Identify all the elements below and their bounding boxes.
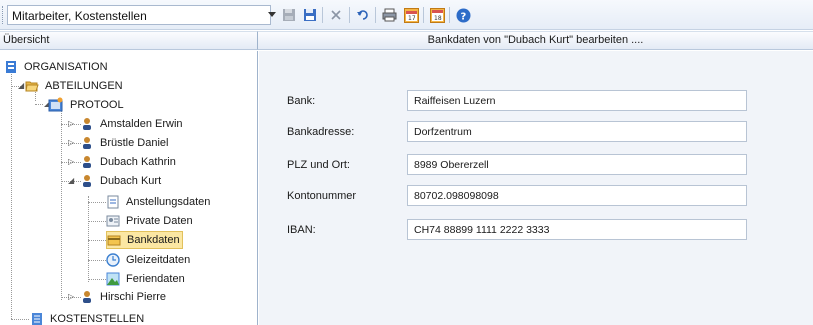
tree-node-label: Bankdaten <box>127 234 180 246</box>
tree-node-anstellungsdaten[interactable]: Anstellungsdaten <box>106 193 212 211</box>
tree-node-label: Private Daten <box>126 215 193 227</box>
overview-header: Übersicht <box>0 31 258 50</box>
bank-address-label: Bankadresse: <box>287 126 355 138</box>
tree-node-abteilungen[interactable]: ABTEILUNGEN <box>25 77 125 95</box>
organisation-tree: ◢ ◢ ▷ ▷ ▷ ◢ ▷ ORGANISATION ABTEILUNGEN P… <box>0 51 258 325</box>
toolbar: Mitarbeiter, Kostenstellen 17 18 ? <box>0 0 813 30</box>
tree-node-label: KOSTENSTELLEN <box>50 313 145 325</box>
account-number-label: Kontonummer <box>287 190 357 202</box>
tree-node-label: Brüstle Daniel <box>100 137 169 149</box>
help-icon[interactable]: ? <box>454 6 472 24</box>
svg-text:?: ? <box>460 11 466 22</box>
tree-node-label: ABTEILUNGEN <box>45 80 123 92</box>
group-icon <box>48 97 63 112</box>
bank-address-input[interactable]: Dorfzentrum <box>407 121 747 142</box>
tree-node-gleizeitdaten[interactable]: Gleizeitdaten <box>106 251 192 269</box>
postal-city-input[interactable]: 8989 Obererzell <box>407 154 747 175</box>
save-icon[interactable] <box>301 6 319 24</box>
tree-node-bankdaten[interactable]: Bankdaten <box>106 231 183 249</box>
account-number-input[interactable]: 80702.098098098 <box>407 185 747 206</box>
person-icon <box>83 137 91 149</box>
tree-node-label: Feriendaten <box>126 273 185 285</box>
tree-node-employee[interactable]: Hirschi Pierre <box>80 288 168 306</box>
expand-icon[interactable]: ▷ <box>68 139 76 147</box>
tree-node-private-daten[interactable]: Private Daten <box>106 212 195 230</box>
person-icon <box>83 156 91 168</box>
svg-text:17: 17 <box>408 15 416 22</box>
calendar-icon[interactable]: 17 <box>402 6 420 24</box>
field-row-bank-address: Bankadresse: Dorfzentrum <box>259 121 813 143</box>
list-icon <box>32 313 42 325</box>
tree-node-label: Amstalden Erwin <box>100 118 183 130</box>
tree-node-label: Hirschi Pierre <box>100 291 167 303</box>
collapse-icon[interactable]: ◢ <box>68 177 76 185</box>
print-icon[interactable] <box>380 6 398 24</box>
view-select[interactable]: Mitarbeiter, Kostenstellen <box>7 5 271 25</box>
tree-node-label: Dubach Kathrin <box>100 156 176 168</box>
expand-icon[interactable]: ▷ <box>68 120 76 128</box>
tree-node-label: ORGANISATION <box>24 61 108 73</box>
bank-data-form: Bank: Raiffeisen Luzern Bankadresse: Dor… <box>259 51 813 325</box>
edit-panel-header: Bankdaten von "Dubach Kurt" bearbeiten .… <box>258 31 813 50</box>
bank-label: Bank: <box>287 95 316 107</box>
field-row-bank: Bank: Raiffeisen Luzern <box>259 90 813 112</box>
person-icon <box>83 175 91 187</box>
clock-icon <box>106 253 120 267</box>
person-icon <box>83 291 91 303</box>
svg-text:18: 18 <box>434 15 442 22</box>
tree-node-employee[interactable]: Amstalden Erwin <box>80 115 185 133</box>
save-disabled-icon[interactable] <box>280 6 298 24</box>
delete-icon[interactable] <box>327 6 345 24</box>
postal-city-label: PLZ und Ort: <box>287 159 350 171</box>
expand-icon[interactable]: ▷ <box>68 293 76 301</box>
tree-node-employee[interactable]: Brüstle Daniel <box>80 134 170 152</box>
tree-node-organisation[interactable]: ORGANISATION <box>4 58 110 76</box>
bank-input[interactable]: Raiffeisen Luzern <box>407 90 747 111</box>
organisation-icon <box>6 61 16 73</box>
folder-open-icon <box>25 81 39 92</box>
expand-icon[interactable]: ▷ <box>68 158 76 166</box>
field-row-account-number: Kontonummer 80702.098098098 <box>259 185 813 207</box>
tree-node-feriendaten[interactable]: Feriendaten <box>106 270 187 288</box>
bank-card-icon <box>107 235 121 246</box>
tree-node-employee[interactable]: Dubach Kurt <box>80 172 163 190</box>
field-row-postal-city: PLZ und Ort: 8989 Obererzell <box>259 154 813 176</box>
iban-label: IBAN: <box>287 224 316 236</box>
tree-node-label: PROTOOL <box>70 99 124 111</box>
tree-node-label: Gleizeitdaten <box>126 254 191 266</box>
view-select-value: Mitarbeiter, Kostenstellen <box>12 9 147 23</box>
document-icon <box>107 195 119 209</box>
tree-node-employee[interactable]: Dubach Kathrin <box>80 153 178 171</box>
tree-node-label: Dubach Kurt <box>100 175 162 187</box>
id-card-icon <box>106 215 120 227</box>
iban-input[interactable]: CH74 88899 1111 2222 3333 <box>407 219 747 240</box>
field-row-iban: IBAN: CH74 88899 1111 2222 3333 <box>259 219 813 241</box>
dropdown-arrow-icon[interactable] <box>263 6 281 24</box>
calendar-day-icon[interactable]: 18 <box>428 6 446 24</box>
undo-icon[interactable] <box>354 6 372 24</box>
tree-node-kostenstellen[interactable]: KOSTENSTELLEN <box>30 310 146 325</box>
toolbar-grip[interactable] <box>2 6 5 24</box>
tree-node-label: Anstellungsdaten <box>126 196 211 208</box>
person-icon <box>83 118 91 130</box>
landscape-icon <box>106 272 120 286</box>
tree-node-protool[interactable]: PROTOOL <box>48 96 126 114</box>
